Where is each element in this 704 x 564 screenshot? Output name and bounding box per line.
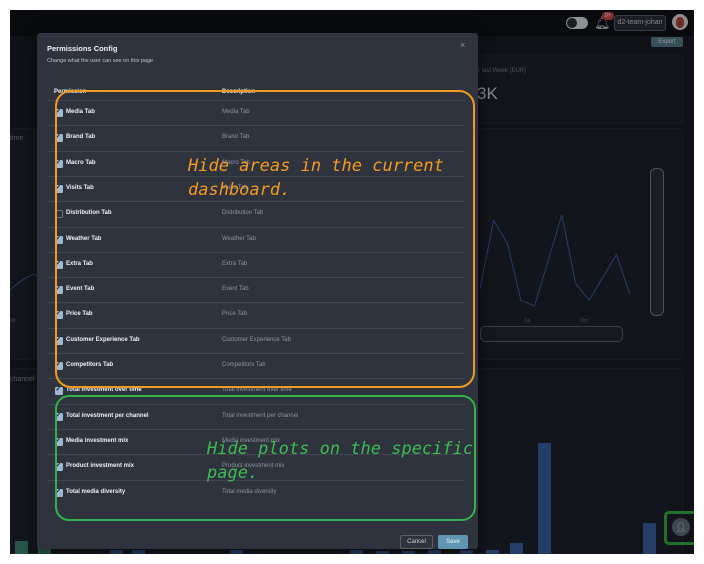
permission-description: Total investment over time — [222, 387, 292, 394]
annotation-line: dashboard. — [188, 180, 291, 200]
annotation-text-orange: Hide areas in the current dashboard. — [188, 154, 444, 202]
permission-label: Total investment over time — [66, 387, 142, 394]
annotation-line: Hide areas in the current — [188, 156, 444, 176]
annotation-box-orange — [55, 90, 475, 388]
annotation-line: Hide plots on the specific — [207, 439, 474, 459]
cancel-button[interactable]: Cancel — [400, 535, 433, 549]
close-icon[interactable]: × — [460, 40, 465, 50]
permission-checkbox[interactable] — [55, 385, 63, 396]
save-button[interactable]: Save — [438, 535, 468, 549]
app-window: 🔔︎ 9+ d2-team-johan Export r last Week (… — [10, 10, 694, 554]
annotation-text-green: Hide plots on the specific page. — [207, 437, 473, 485]
modal-subtitle: Change what the user can see on this pag… — [47, 58, 154, 64]
annotation-line: page. — [207, 463, 259, 483]
modal-title: Permissions Config — [47, 44, 118, 53]
